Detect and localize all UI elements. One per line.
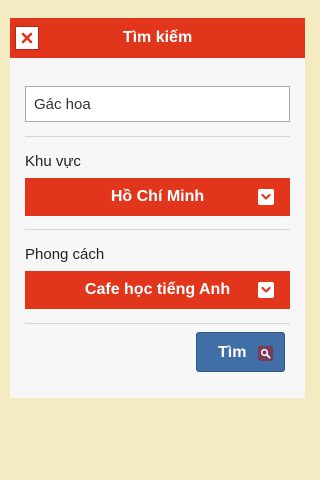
search-panel: Tìm kiếm Khu vực Hồ Chí Minh Phong cách … <box>10 18 305 398</box>
close-icon <box>21 32 33 44</box>
divider <box>25 323 290 324</box>
header-title: Tìm kiếm <box>122 29 193 46</box>
close-button[interactable] <box>15 26 39 50</box>
search-icon <box>258 346 273 361</box>
divider <box>25 136 290 137</box>
search-input[interactable] <box>25 86 290 122</box>
divider <box>25 229 290 230</box>
region-select-value: Hồ Chí Minh <box>110 188 205 205</box>
style-select[interactable]: Cafe học tiếng Anh <box>25 271 290 309</box>
chevron-down-icon <box>258 282 274 298</box>
search-button[interactable]: Tìm <box>196 332 285 372</box>
region-select[interactable]: Hồ Chí Minh <box>25 178 290 216</box>
region-label: Khu vực <box>25 153 81 170</box>
style-label: Phong cách <box>25 246 105 263</box>
chevron-down-icon <box>258 189 274 205</box>
search-button-label: Tìm <box>218 344 247 361</box>
style-select-value: Cafe học tiếng Anh <box>84 281 231 298</box>
header-bar: Tìm kiếm <box>10 18 305 58</box>
